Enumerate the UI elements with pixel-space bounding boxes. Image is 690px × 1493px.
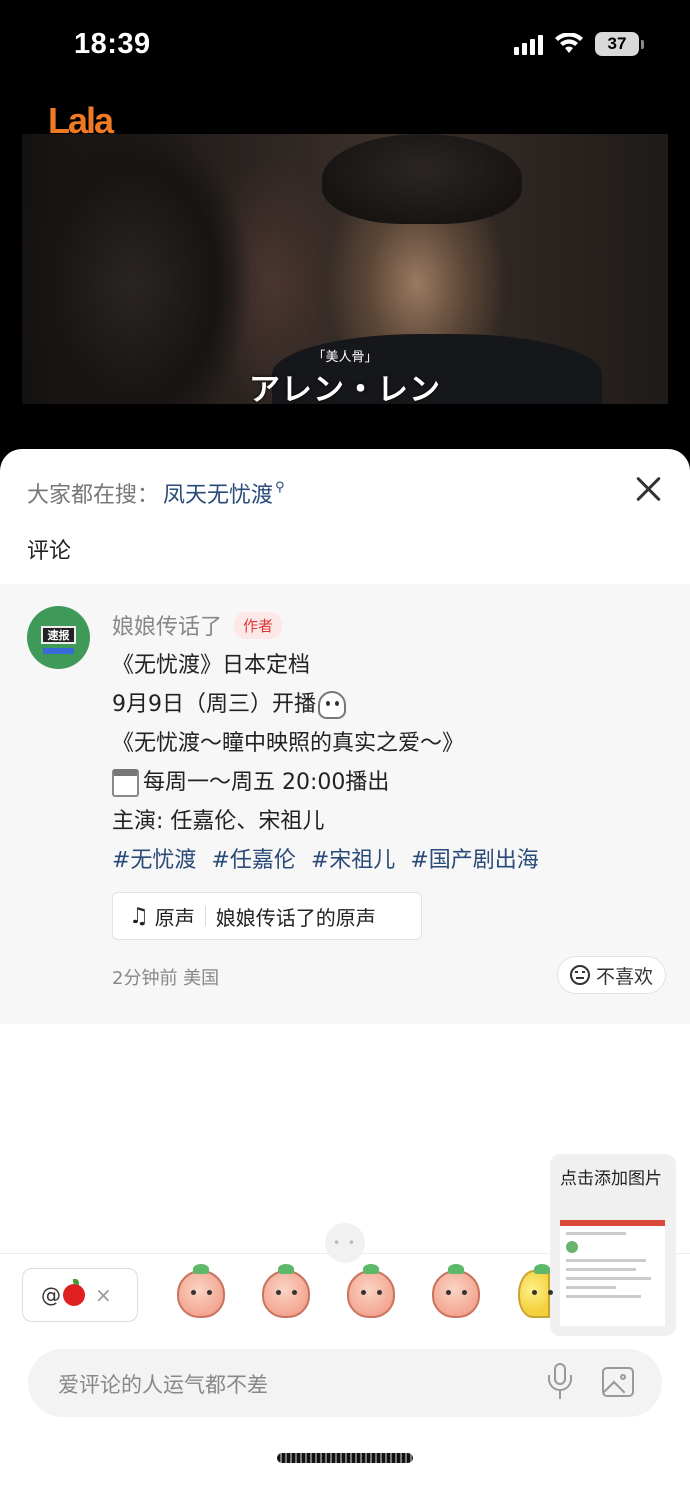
video-subtitle-main: アレン・レン bbox=[249, 372, 441, 404]
avatar-badge-icon: 速报 bbox=[41, 626, 76, 644]
image-icon[interactable] bbox=[602, 1367, 634, 1397]
home-indicator[interactable] bbox=[277, 1453, 413, 1463]
hashtag-link[interactable]: #任嘉伦 bbox=[211, 848, 295, 873]
post-line-with-emoji: 每周一～周五 20:00播出 bbox=[112, 763, 652, 802]
shy-sticker-icon[interactable] bbox=[432, 1264, 480, 1318]
author-badge: 作者 bbox=[234, 611, 283, 639]
mention-symbol: @ bbox=[41, 1283, 61, 1307]
apple-emoji-icon bbox=[63, 1279, 85, 1306]
microphone-icon[interactable] bbox=[546, 1363, 574, 1403]
battery-icon: 37 bbox=[595, 32, 644, 56]
original-sound-button[interactable]: ♫ 原声 娘娘传话了的原声 bbox=[112, 892, 422, 940]
author-post: 速报 娘娘传话了 作者 《无忧渡》日本定档 9月9日（周三）开播 《无忧渡～瞳中… bbox=[0, 584, 690, 1024]
video-subtitle-small: 「美人骨」 bbox=[312, 350, 378, 365]
comment-panel: 大家都在搜： 凤天无忧渡 ⚲ 评论 速报 娘娘传话了 作者 《无忧渡》日本定档 … bbox=[0, 449, 690, 1493]
more-options-handle[interactable]: • • bbox=[325, 1223, 365, 1263]
quick-reaction-row: @ × bbox=[0, 1264, 690, 1334]
hashtag-link[interactable]: #无忧渡 bbox=[112, 848, 196, 873]
frown-face-icon bbox=[570, 965, 590, 985]
crying-sticker-icon[interactable] bbox=[177, 1264, 225, 1318]
sound-name: 娘娘传话了的原声 bbox=[215, 905, 376, 930]
search-icon: ⚲ bbox=[275, 479, 285, 495]
status-icons: 37 bbox=[514, 32, 644, 56]
dislike-button[interactable]: 不喜欢 bbox=[557, 956, 667, 994]
status-time: 18:39 bbox=[74, 28, 151, 60]
wifi-icon bbox=[555, 33, 583, 53]
status-bar: 18:39 37 bbox=[0, 0, 690, 92]
post-line: 每周一～周五 20:00播出 bbox=[143, 770, 390, 795]
author-name[interactable]: 娘娘传话了 bbox=[112, 609, 222, 641]
close-button[interactable] bbox=[632, 473, 664, 505]
comment-input-placeholder: 爱评论的人运气都不差 bbox=[58, 1373, 268, 1397]
music-note-icon: ♫ bbox=[129, 903, 149, 929]
video-frame-figure bbox=[322, 134, 522, 224]
avatar[interactable]: 速报 bbox=[27, 606, 90, 669]
cellular-signal-icon bbox=[514, 33, 543, 55]
hashtag-row: #无忧渡 #任嘉伦 #宋祖儿 #国产剧出海 bbox=[112, 841, 652, 880]
close-icon[interactable]: × bbox=[95, 1283, 112, 1307]
post-line: 主演: 任嘉伦、宋祖儿 bbox=[112, 809, 325, 834]
post-line: 9月9日（周三）开播 bbox=[112, 692, 316, 717]
comment-input[interactable]: 爱评论的人运气都不差 bbox=[28, 1349, 662, 1417]
mention-chip[interactable]: @ × bbox=[22, 1268, 138, 1322]
hashtag-link[interactable]: #国产剧出海 bbox=[410, 848, 538, 873]
hashtag-link[interactable]: #宋祖儿 bbox=[311, 848, 395, 873]
calendar-emoji-icon bbox=[112, 769, 139, 797]
battery-level: 37 bbox=[595, 32, 639, 56]
add-photo-label: 点击添加图片 bbox=[560, 1169, 662, 1189]
post-body: 《无忧渡》日本定档 9月9日（周三）开播 《无忧渡～瞳中映照的真实之爱～》 每周… bbox=[112, 646, 652, 880]
section-title: 评论 bbox=[27, 539, 72, 564]
post-line: 《无忧渡～瞳中映照的真实之爱～》 bbox=[112, 731, 465, 756]
trending-search-prefix: 大家都在搜： bbox=[27, 483, 160, 508]
post-time-location: 2分钟前 美国 bbox=[112, 968, 220, 989]
sad-sticker-icon[interactable] bbox=[262, 1264, 310, 1318]
ghost-emoji-icon bbox=[318, 691, 346, 719]
yellow-dog-sticker-icon[interactable] bbox=[518, 1264, 550, 1318]
dislike-label: 不喜欢 bbox=[596, 965, 654, 988]
trending-search-keyword[interactable]: 凤天无忧渡 bbox=[163, 477, 273, 509]
author-row: 娘娘传话了 作者 bbox=[112, 609, 283, 641]
post-line: 《无忧渡》日本定档 bbox=[112, 653, 311, 678]
post-line-with-emoji: 9月9日（周三）开播 bbox=[112, 685, 652, 724]
video-player[interactable]: 「美人骨」 アレン・レン bbox=[22, 134, 668, 404]
trending-search[interactable]: 大家都在搜： 凤天无忧渡 ⚲ bbox=[27, 477, 285, 509]
laughing-sticker-icon[interactable] bbox=[347, 1264, 395, 1318]
sound-label: 原声 bbox=[154, 905, 195, 930]
